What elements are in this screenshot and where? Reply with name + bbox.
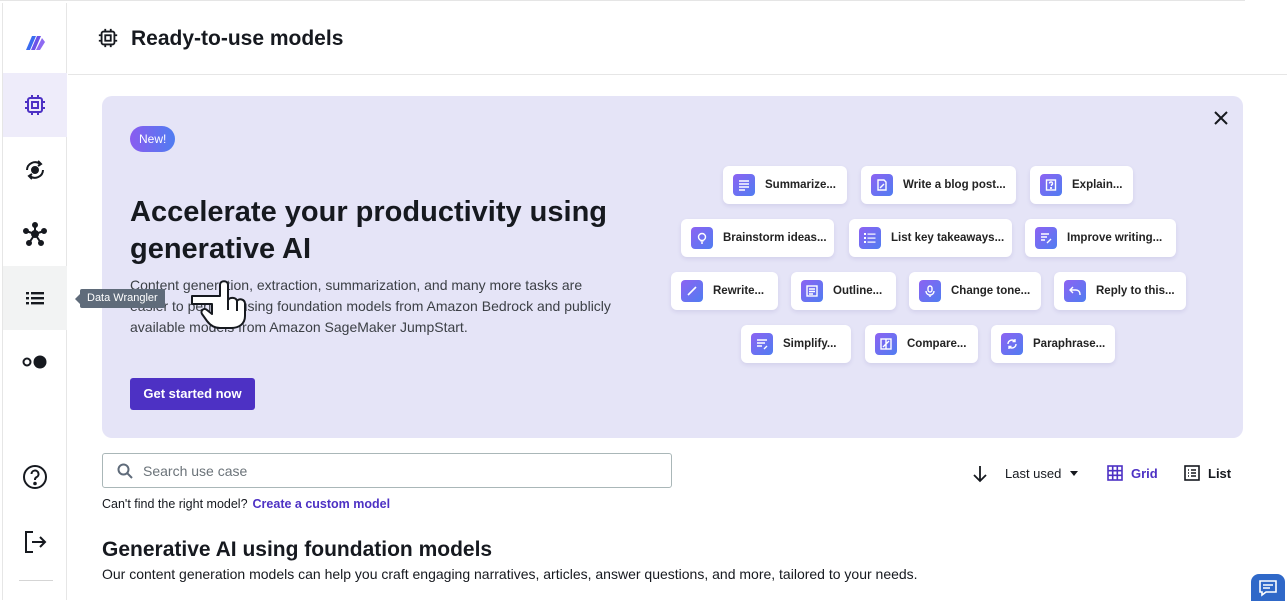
compare-icon: [875, 333, 897, 355]
get-started-button[interactable]: Get started now: [130, 378, 255, 410]
chip-label: Reply to this...: [1096, 285, 1175, 297]
chip-icon: [25, 95, 45, 115]
page-title: Ready-to-use models: [131, 27, 344, 50]
close-icon: [1214, 111, 1228, 125]
sidebar-item-ready-to-use-models[interactable]: [3, 73, 67, 137]
chip-label: Outline...: [833, 285, 883, 297]
section-title: Generative AI using foundation models: [102, 538, 493, 561]
network-nodes-icon: [23, 222, 47, 246]
chip-label: List key takeaways...: [891, 232, 1005, 244]
question-doc-icon: [1040, 174, 1062, 196]
pen-lines-icon: [1035, 227, 1057, 249]
simplify-icon: [751, 333, 773, 355]
banner-title: Accelerate your productivity using gener…: [130, 196, 608, 265]
prompt-chip-brainstorm[interactable]: Brainstorm ideas...: [681, 219, 834, 257]
prompt-chip-rewrite[interactable]: Rewrite...: [671, 272, 778, 310]
canvas-logo-icon: [26, 36, 45, 50]
chip-label: Brainstorm ideas...: [723, 232, 827, 244]
grid-view-toggle[interactable]: Grid: [1107, 465, 1158, 481]
arrow-down-icon[interactable]: [972, 465, 988, 483]
refresh-icon: [1001, 333, 1023, 355]
sign-out-icon: [25, 531, 47, 553]
sidebar-item-toggle[interactable]: [3, 330, 67, 394]
lines-icon: [733, 174, 755, 196]
sidebar-item-ml-ops[interactable]: [3, 202, 67, 266]
grid-label: Grid: [1131, 465, 1158, 481]
bullet-list-icon: [859, 227, 881, 249]
custom-model-hint: Can't find the right model? Create a cust…: [102, 497, 390, 511]
chip-label: Summarize...: [765, 179, 836, 191]
chip-icon: [98, 28, 118, 48]
close-banner-button[interactable]: [1212, 109, 1230, 127]
chat-button[interactable]: [1251, 574, 1285, 601]
sort-label: Last used: [1005, 466, 1062, 481]
hand-cursor-icon: [191, 280, 246, 329]
app-root: Data Wrangler Ready-to-use models New! A…: [0, 0, 1287, 601]
list-icon: [26, 292, 44, 305]
search-use-case-field[interactable]: [102, 453, 672, 488]
sidebar: [2, 3, 67, 600]
pencil-icon: [681, 280, 703, 302]
sidebar-item-help[interactable]: [3, 445, 67, 509]
prompt-chip-outline[interactable]: Outline...: [791, 272, 896, 310]
prompt-chip-paraphrase[interactable]: Paraphrase...: [991, 325, 1115, 363]
list-view-toggle[interactable]: List: [1184, 465, 1231, 481]
search-icon: [117, 463, 133, 479]
chat-icon: [1259, 579, 1277, 597]
generative-ai-banner: New! Accelerate your productivity using …: [102, 96, 1243, 438]
sidebar-item-data-wrangler[interactable]: [3, 266, 67, 330]
sidebar-item-my-models[interactable]: [3, 138, 67, 202]
toggle-icon: [22, 355, 47, 369]
chip-label: Compare...: [907, 338, 967, 350]
sidebar-divider: [19, 580, 53, 581]
prompt-chip-compare[interactable]: Compare...: [865, 325, 978, 363]
outline-icon: [801, 280, 823, 302]
chip-label: Write a blog post...: [903, 179, 1006, 191]
doc-edit-icon: [871, 174, 893, 196]
chip-label: Rewrite...: [713, 285, 765, 297]
grid-icon: [1107, 465, 1123, 481]
search-input[interactable]: [143, 454, 663, 487]
help-icon: [23, 465, 47, 489]
chip-label: Simplify...: [783, 338, 837, 350]
create-custom-model-link[interactable]: Create a custom model: [253, 497, 391, 511]
prompt-chip-change-tone[interactable]: Change tone...: [909, 272, 1041, 310]
sidebar-tooltip: Data Wrangler: [75, 289, 165, 308]
model-cycle-icon: [26, 160, 44, 180]
chip-label: Improve writing...: [1067, 232, 1163, 244]
prompt-chip-summarize[interactable]: Summarize...: [723, 166, 847, 204]
list-label: List: [1208, 465, 1232, 481]
page-header: Ready-to-use models: [68, 3, 1287, 75]
prompt-chip-write-blog-post[interactable]: Write a blog post...: [861, 166, 1016, 204]
sort-select[interactable]: Last used: [1005, 466, 1079, 481]
chip-label: Paraphrase...: [1033, 338, 1106, 350]
caret-down-icon: [1070, 471, 1079, 476]
prompt-chip-list-key-takeaways[interactable]: List key takeaways...: [849, 219, 1012, 257]
prompt-chip-reply[interactable]: Reply to this...: [1054, 272, 1186, 310]
sidebar-item-sign-out[interactable]: [3, 510, 67, 574]
new-badge: New!: [130, 126, 176, 152]
prompt-chip-improve-writing[interactable]: Improve writing...: [1025, 219, 1176, 257]
lightbulb-icon: [691, 227, 713, 249]
reply-icon: [1064, 280, 1086, 302]
hint-text: Can't find the right model?: [102, 497, 248, 511]
chip-label: Change tone...: [951, 285, 1031, 297]
microphone-icon: [919, 280, 941, 302]
list-view-icon: [1184, 465, 1200, 481]
canvas-logo[interactable]: [3, 10, 67, 74]
chip-label: Explain...: [1072, 179, 1123, 191]
section-description: Our content generation models can help y…: [102, 566, 918, 582]
prompt-chip-simplify[interactable]: Simplify...: [741, 325, 851, 363]
prompt-chip-explain[interactable]: Explain...: [1030, 166, 1133, 204]
